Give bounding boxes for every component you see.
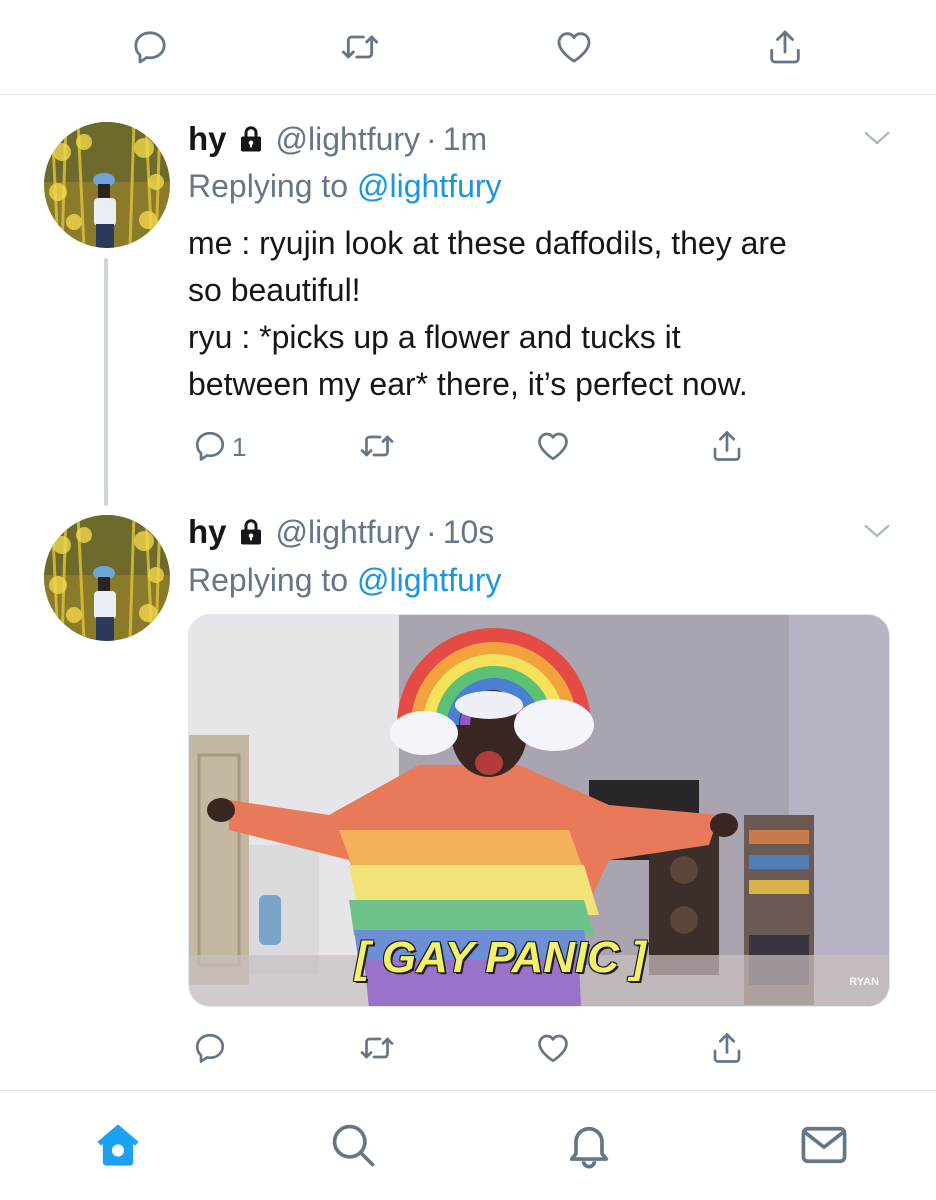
replying-mention[interactable]: @lightfury (357, 168, 502, 204)
avatar[interactable] (44, 122, 170, 248)
user-handle[interactable]: @lightfury (276, 121, 421, 158)
retweet-icon[interactable] (337, 24, 383, 70)
share-icon[interactable] (705, 424, 749, 468)
separator-dot: · (426, 513, 437, 550)
tweet-text-line: ryu : *picks up a flower and tucks it (188, 319, 681, 355)
tweet-header: hy @lightfury · 10s (188, 513, 494, 551)
like-icon[interactable] (531, 424, 575, 468)
replying-mention[interactable]: @lightfury (357, 562, 502, 598)
search-icon[interactable] (327, 1119, 379, 1171)
thread-line (104, 258, 108, 506)
chevron-down-icon[interactable] (862, 519, 892, 548)
retweet-icon[interactable] (355, 424, 399, 468)
avatar[interactable] (44, 515, 170, 641)
gif-watermark: RYAN (849, 976, 879, 988)
replying-prefix: Replying to (188, 168, 349, 204)
user-handle[interactable]: @lightfury (276, 514, 421, 551)
gif-caption: [ GAY PANIC ] (355, 933, 646, 982)
like-icon[interactable] (531, 1026, 575, 1070)
messages-icon[interactable] (798, 1119, 850, 1171)
tweet-media-gif[interactable]: [ GAY PANIC ] RYAN (188, 614, 890, 1007)
notifications-icon[interactable] (563, 1119, 615, 1171)
reply-icon[interactable] (127, 24, 173, 70)
display-name[interactable]: hy (188, 513, 227, 551)
replying-to: Replying to @lightfury (188, 562, 502, 599)
timestamp[interactable]: 1m (443, 121, 487, 158)
tweet-header: hy @lightfury · 1m (188, 120, 487, 158)
tweet-text-line: me : ryujin look at these daffodils, the… (188, 225, 787, 261)
like-icon[interactable] (551, 24, 597, 70)
home-icon[interactable] (92, 1119, 144, 1171)
avatar-photo (44, 122, 170, 248)
avatar-photo (44, 515, 170, 641)
replying-prefix: Replying to (188, 562, 349, 598)
separator-dot: · (426, 120, 437, 157)
chevron-down-icon[interactable] (862, 126, 892, 155)
bottom-tab-bar (0, 1090, 936, 1200)
tweet-text-line: so beautiful! (188, 272, 361, 308)
tweet-text-line: between my ear* there, it’s perfect now. (188, 366, 748, 402)
timestamp[interactable]: 10s (443, 514, 495, 551)
reply-icon[interactable] (188, 1026, 232, 1070)
retweet-icon[interactable] (355, 1026, 399, 1070)
lock-icon (236, 124, 266, 154)
share-icon[interactable] (762, 24, 808, 70)
top-tweet-action-bar (0, 0, 936, 95)
lock-icon (236, 517, 266, 547)
share-icon[interactable] (705, 1026, 749, 1070)
display-name[interactable]: hy (188, 120, 227, 158)
replying-to: Replying to @lightfury (188, 168, 502, 205)
reply-icon[interactable] (188, 424, 232, 468)
tweet-text: me : ryujin look at these daffodils, the… (188, 220, 888, 408)
reply-count: 1 (232, 432, 247, 462)
